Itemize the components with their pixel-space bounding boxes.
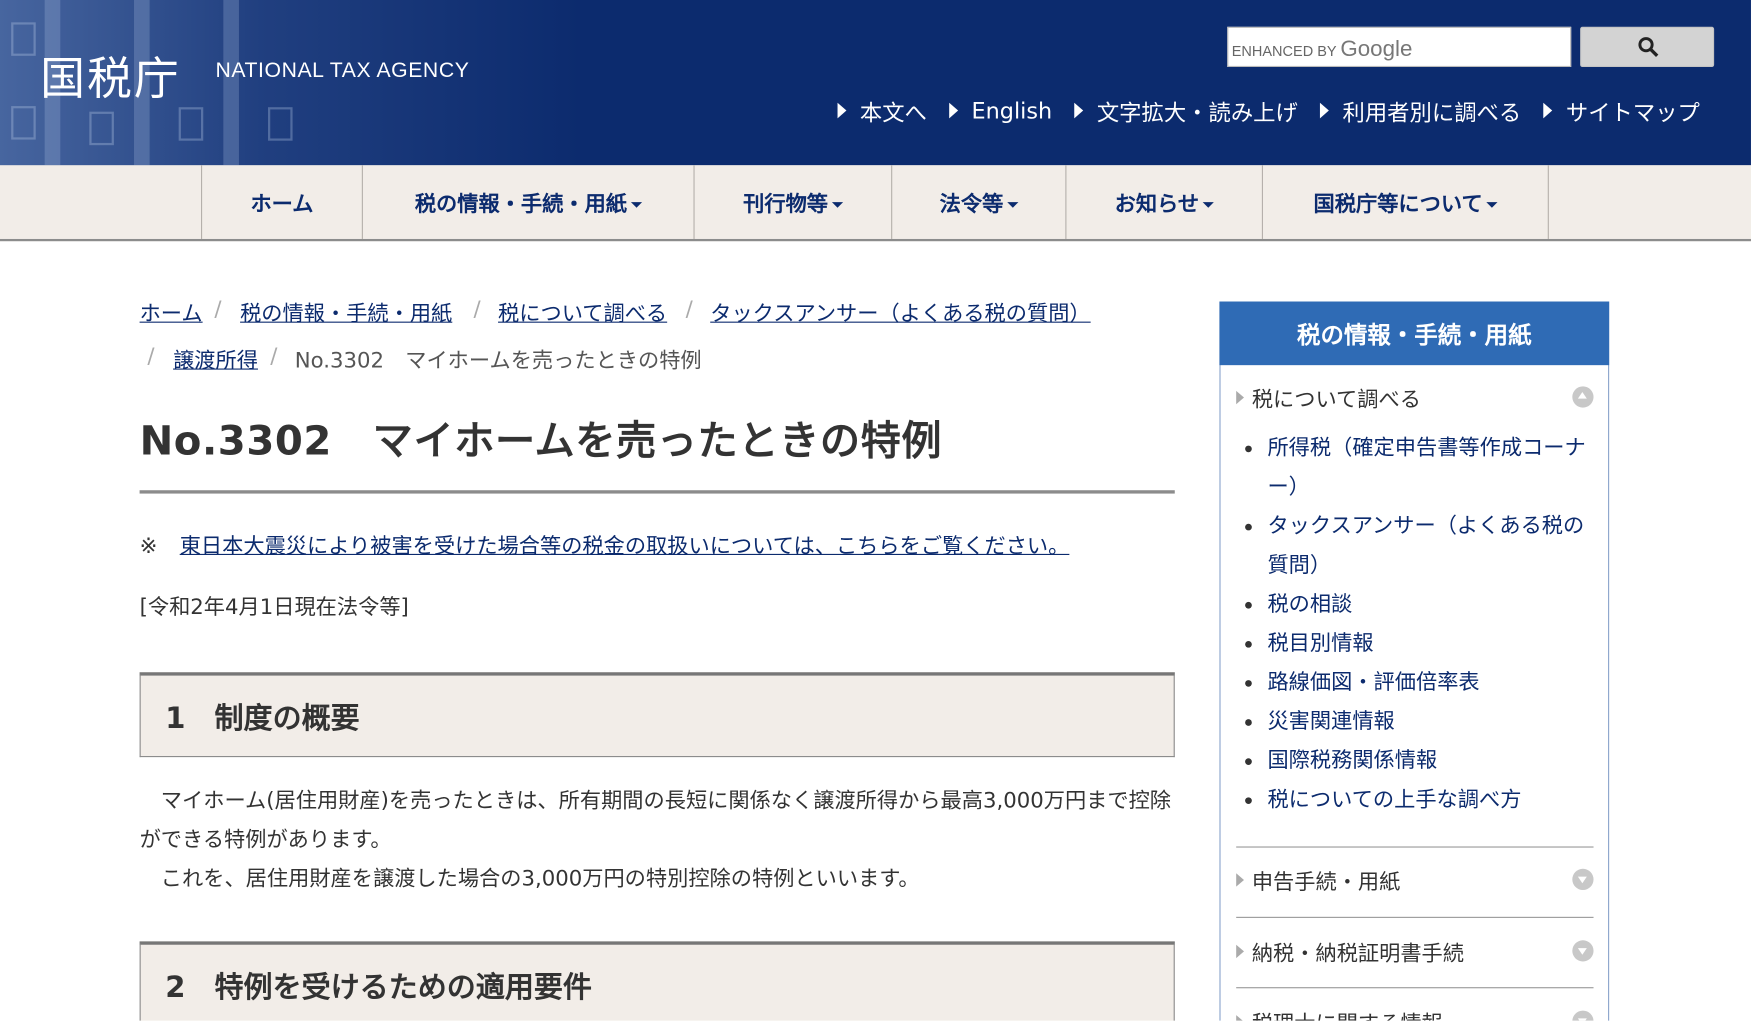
breadcrumb-separator: / xyxy=(214,297,222,322)
section-heading-label: 2 特例を受けるための適用要件 xyxy=(165,971,592,1006)
breadcrumb-separator: / xyxy=(270,343,278,369)
util-link-sitemap[interactable]: サイトマップ xyxy=(1543,94,1700,128)
collapse-icon[interactable] xyxy=(1572,386,1594,408)
as-of-date: [令和2年4月1日現在法令等] xyxy=(139,595,409,620)
breadcrumb-current: No.3302 マイホームを売ったときの特例 xyxy=(294,348,702,373)
utility-nav: 本文へ English 文字拡大・読み上げ 利用者別に調べる サイトマップ xyxy=(837,94,1723,128)
caret-down-icon xyxy=(831,201,843,208)
search-icon xyxy=(1638,37,1659,58)
arrow-right-icon xyxy=(1236,1015,1245,1021)
arrow-right-icon xyxy=(1236,390,1245,405)
sidebar-divider xyxy=(1236,987,1594,989)
global-nav: ホーム 税の情報・手続・用紙 刊行物等 法令等 お知らせ 国税庁等について xyxy=(0,165,1751,242)
expand-icon[interactable] xyxy=(1572,1010,1594,1021)
search-field[interactable]: ENHANCED BY Google xyxy=(1227,26,1572,68)
sidebar: 税の情報・手続・用紙 税について調べる 所得税（確定申告書等作成コーナー） タッ… xyxy=(1219,301,1610,1021)
section-heading: 1 制度の概要 xyxy=(139,672,1175,758)
paragraph: マイホーム(居住用財産)を売ったときは、所有期間の長短に関係なく譲渡所得から最高… xyxy=(139,788,1172,853)
search-input[interactable] xyxy=(1228,27,1571,66)
caret-down-icon xyxy=(1486,201,1498,208)
sidebar-category-payment[interactable]: 納税・納税証明書手続 xyxy=(1236,932,1594,970)
sidebar-link-tax-answer[interactable]: タックスアンサー（よくある税の質問） xyxy=(1236,507,1593,585)
arrow-right-icon xyxy=(1236,873,1245,887)
sidebar-category-lookup[interactable]: 税について調べる xyxy=(1236,379,1594,417)
page: 国税庁 NATIONAL TAX AGENCY ENHANCED BY Goog… xyxy=(0,0,1751,1021)
sidebar-divider xyxy=(1236,916,1594,918)
arrow-right-icon xyxy=(1074,102,1084,119)
breadcrumb-separator: / xyxy=(473,297,481,322)
site-header: 国税庁 NATIONAL TAX AGENCY ENHANCED BY Goog… xyxy=(0,0,1751,166)
util-link-by-user[interactable]: 利用者別に調べる xyxy=(1320,94,1521,128)
sidebar-link-by-tax-type[interactable]: 税目別情報 xyxy=(1236,624,1593,663)
caret-down-icon xyxy=(1006,201,1018,208)
sidebar-link-route-price[interactable]: 路線価図・評価倍率表 xyxy=(1236,663,1593,702)
sidebar-link-disaster[interactable]: 災害関連情報 xyxy=(1236,702,1593,741)
breadcrumb-separator: / xyxy=(685,297,693,322)
page-title: No.3302 マイホームを売ったときの特例 xyxy=(139,418,943,465)
nav-item-about[interactable]: 国税庁等について xyxy=(1261,165,1549,239)
nav-item-laws[interactable]: 法令等 xyxy=(891,165,1065,239)
sidebar-title: 税の情報・手続・用紙 xyxy=(1219,301,1610,366)
breadcrumb-link-tax-answer[interactable]: タックスアンサー（よくある税の質問） xyxy=(710,297,1090,327)
util-link-english[interactable]: English xyxy=(949,94,1052,128)
breadcrumb-link-lookup[interactable]: 税について調べる xyxy=(498,297,667,327)
breadcrumb-link-home[interactable]: ホーム xyxy=(140,297,203,327)
search-button[interactable] xyxy=(1580,26,1715,68)
expand-icon[interactable] xyxy=(1572,940,1594,962)
sidebar-link-international[interactable]: 国際税務関係情報 xyxy=(1236,741,1593,780)
note-mark: ※ xyxy=(139,533,158,559)
paragraph: これを、居住用財産を譲渡した場合の3,000万円の特別控除の特例といいます。 xyxy=(139,866,920,892)
sidebar-divider xyxy=(1236,846,1594,848)
nav-item-home[interactable]: ホーム xyxy=(201,165,362,239)
sidebar-link-income-tax[interactable]: 所得税（確定申告書等作成コーナー） xyxy=(1236,429,1593,507)
sidebar-category-filing[interactable]: 申告手続・用紙 xyxy=(1236,861,1594,899)
breadcrumb-link-transfer-income[interactable]: 譲渡所得 xyxy=(173,344,258,374)
caret-down-icon xyxy=(630,201,642,208)
section-heading-label: 1 制度の概要 xyxy=(165,702,360,736)
sidebar-link-consultation[interactable]: 税の相談 xyxy=(1236,585,1593,624)
arrow-right-icon xyxy=(1320,102,1330,119)
disaster-notice-link[interactable]: 東日本大震災により被害を受けた場合等の税金の取扱いについては、こちらをご覧くださ… xyxy=(180,534,1070,559)
title-divider xyxy=(139,490,1175,494)
expand-icon[interactable] xyxy=(1572,868,1594,891)
sidebar-list: 所得税（確定申告書等作成コーナー） タックスアンサー（よくある税の質問） 税の相… xyxy=(1236,429,1593,820)
disaster-notice: ※ 東日本大震災により被害を受けた場合等の税金の取扱いについては、こちらをご覧くだ… xyxy=(140,529,1070,559)
util-link-skip[interactable]: 本文へ xyxy=(837,94,927,128)
arrow-right-icon xyxy=(1543,102,1553,119)
arrow-right-icon xyxy=(837,102,847,119)
breadcrumb-separator: / xyxy=(147,343,155,369)
section-body: マイホーム(居住用財産)を売ったときは、所有期間の長短に関係なく譲渡所得から最高… xyxy=(140,782,1175,899)
site-logo[interactable]: 国税庁 xyxy=(40,42,181,107)
nav-item-publications[interactable]: 刊行物等 xyxy=(693,165,891,239)
breadcrumb-link-tax-info[interactable]: 税の情報・手続・用紙 xyxy=(240,297,452,327)
arrow-right-icon xyxy=(949,102,959,119)
sidebar-link-how-to-search[interactable]: 税についての上手な調べ方 xyxy=(1236,781,1593,820)
site-logo-english: NATIONAL TAX AGENCY xyxy=(215,59,470,83)
caret-down-icon xyxy=(1202,201,1214,208)
section-heading: 2 特例を受けるための適用要件 xyxy=(139,941,1175,1021)
nav-item-news[interactable]: お知らせ xyxy=(1065,165,1262,239)
arrow-right-icon xyxy=(1236,944,1245,959)
util-link-accessibility[interactable]: 文字拡大・読み上げ xyxy=(1074,94,1298,128)
nav-item-tax-info[interactable]: 税の情報・手続・用紙 xyxy=(361,165,694,239)
sidebar-category-tax-accountant[interactable]: 税理士に関する情報 xyxy=(1236,1003,1594,1021)
